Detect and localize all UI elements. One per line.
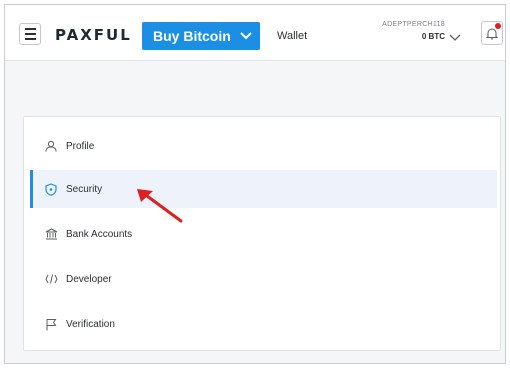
settings-menu: Profile Security Bank Accounts Developer… [23, 116, 501, 351]
settings-item-bank-accounts[interactable]: Bank Accounts [30, 215, 497, 253]
account-menu[interactable]: ADEPTPERCH118 0 BTC [355, 21, 445, 41]
flag-icon [44, 317, 58, 331]
shield-icon [44, 182, 58, 196]
settings-item-label: Verification [66, 318, 115, 330]
settings-item-label: Developer [66, 273, 112, 285]
chevron-down-icon[interactable] [449, 29, 461, 47]
notification-dot [495, 23, 501, 29]
username: ADEPTPERCH118 [382, 21, 445, 28]
btc-balance: 0 BTC [421, 32, 445, 41]
buy-bitcoin-label: Buy Bitcoin [153, 28, 231, 44]
paxful-logo[interactable]: PAXFUL [55, 26, 132, 44]
hamburger-menu-button[interactable] [19, 23, 41, 45]
settings-item-developer[interactable]: Developer [30, 260, 497, 298]
app-window: PAXFUL Buy Bitcoin Wallet ADEPTPERCH118 … [4, 4, 506, 364]
bank-icon [44, 227, 58, 241]
top-navbar: PAXFUL Buy Bitcoin Wallet ADEPTPERCH118 … [5, 5, 505, 61]
settings-item-label: Security [66, 183, 103, 195]
annotation-arrow-icon [137, 189, 183, 223]
settings-item-label: Profile [66, 140, 95, 152]
hamburger-icon-line [24, 38, 36, 40]
wallet-link[interactable]: Wallet [277, 30, 307, 42]
chevron-down-icon[interactable] [232, 32, 260, 40]
notifications-button[interactable] [481, 21, 503, 45]
user-icon [44, 139, 58, 153]
buy-bitcoin-button[interactable]: Buy Bitcoin [142, 22, 260, 50]
code-icon [44, 272, 58, 286]
settings-item-label: Bank Accounts [66, 228, 133, 240]
hamburger-icon-line [24, 28, 36, 30]
settings-item-security[interactable]: Security [30, 170, 497, 208]
settings-item-profile[interactable]: Profile [30, 127, 497, 165]
hamburger-icon-line [24, 33, 36, 35]
settings-item-verification[interactable]: Verification [30, 305, 497, 343]
